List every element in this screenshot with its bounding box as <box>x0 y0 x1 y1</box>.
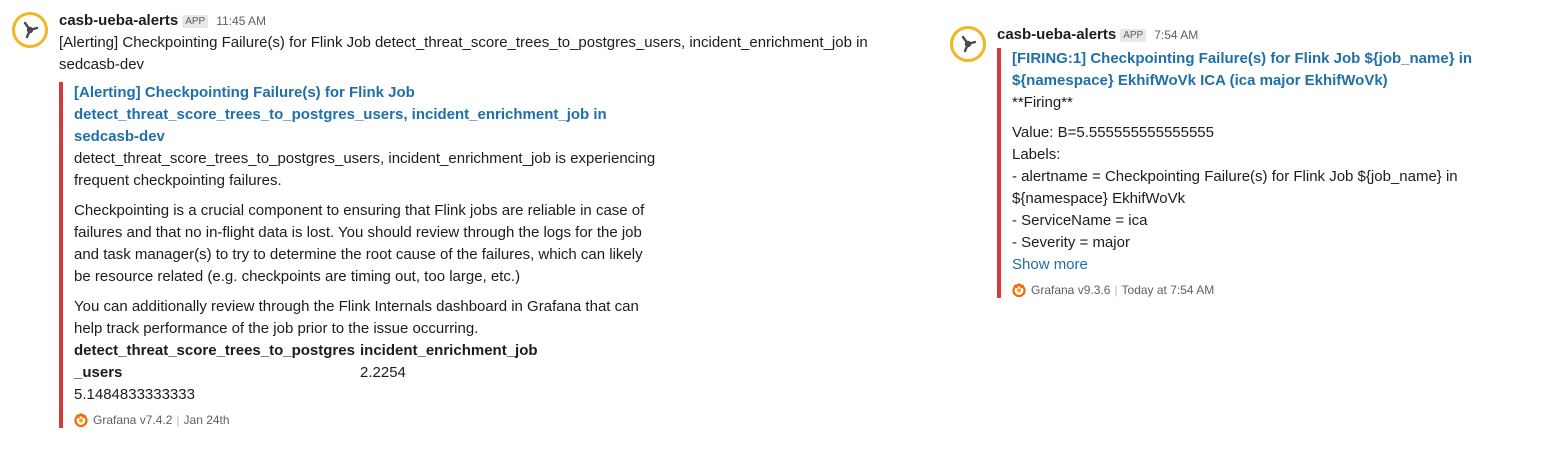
grafana-logo-icon <box>74 413 88 427</box>
field-title: incident_enrichment_job <box>360 342 538 359</box>
message-right: casb-ueba-alerts APP 7:54 AM [FIRING:1] … <box>950 26 1545 298</box>
attachment-line: - alertname = Checkpointing Failure(s) f… <box>1012 168 1458 207</box>
sender-name[interactable]: casb-ueba-alerts <box>59 12 178 29</box>
attachment-line: **Firing** <box>1012 94 1073 111</box>
field-value: 5.1484833333333 <box>74 386 195 403</box>
footer-source: Grafana v9.3.6 <box>1031 283 1111 297</box>
attachment-paragraph: detect_threat_score_trees_to_postgres_us… <box>74 150 656 189</box>
sender-name[interactable]: casb-ueba-alerts <box>997 26 1116 43</box>
alert-attachment: [Alerting] Checkpointing Failure(s) for … <box>59 82 656 428</box>
attachment-line: - ServiceName = ica <box>1012 212 1148 229</box>
message-body: casb-ueba-alerts APP 7:54 AM [FIRING:1] … <box>997 26 1545 298</box>
alert-attachment: [FIRING:1] Checkpointing Failure(s) for … <box>997 48 1545 298</box>
attachment-footer: Grafana v9.3.6 | Today at 7:54 AM <box>1012 282 1545 298</box>
field-value: 2.2254 <box>360 364 406 381</box>
message-header: casb-ueba-alerts APP 11:45 AM <box>59 12 912 32</box>
message-header: casb-ueba-alerts APP 7:54 AM <box>997 26 1545 46</box>
app-badge: APP <box>1120 29 1147 42</box>
footer-date[interactable]: Today at 7:54 AM <box>1122 283 1215 297</box>
message-body: casb-ueba-alerts APP 11:45 AM [Alerting]… <box>59 12 912 428</box>
attachment-line: - Severity = major <box>1012 234 1130 251</box>
footer-separator: | <box>176 413 180 427</box>
attachment-paragraph: You can additionally review through the … <box>74 298 639 337</box>
footer-date[interactable]: Jan 24th <box>184 413 230 427</box>
field: detect_threat_score_trees_to_postgres_us… <box>74 340 360 406</box>
field-title: detect_threat_score_trees_to_postgres_us… <box>74 342 355 381</box>
timestamp[interactable]: 11:45 AM <box>216 14 266 28</box>
attachment-title-link[interactable]: [Alerting] Checkpointing Failure(s) for … <box>74 82 656 148</box>
attachment-title-link[interactable]: [FIRING:1] Checkpointing Failure(s) for … <box>1012 48 1545 92</box>
bot-glyph <box>23 21 39 39</box>
footer-separator: | <box>1114 283 1118 297</box>
attachment-footer: Grafana v7.4.2 | Jan 24th <box>74 412 656 428</box>
footer-source: Grafana v7.4.2 <box>93 413 173 427</box>
attachment-paragraph: Checkpointing is a crucial component to … <box>74 202 645 285</box>
attachment-line: Labels: <box>1012 146 1061 163</box>
app-badge: APP <box>182 15 209 28</box>
attachment-fields: detect_threat_score_trees_to_postgres_us… <box>74 340 656 406</box>
grafana-logo-icon <box>1012 283 1026 297</box>
message-text: [Alerting] Checkpointing Failure(s) for … <box>59 34 868 73</box>
attachment-line: Value: B=5.555555555555555 <box>1012 124 1214 141</box>
bot-avatar-icon[interactable] <box>12 12 48 48</box>
bot-glyph <box>961 35 977 53</box>
show-more-link[interactable]: Show more <box>1012 254 1545 276</box>
timestamp[interactable]: 7:54 AM <box>1154 28 1198 42</box>
message-left: casb-ueba-alerts APP 11:45 AM [Alerting]… <box>12 12 912 428</box>
field: incident_enrichment_job 2.2254 <box>360 340 640 406</box>
bot-avatar-icon[interactable] <box>950 26 986 62</box>
